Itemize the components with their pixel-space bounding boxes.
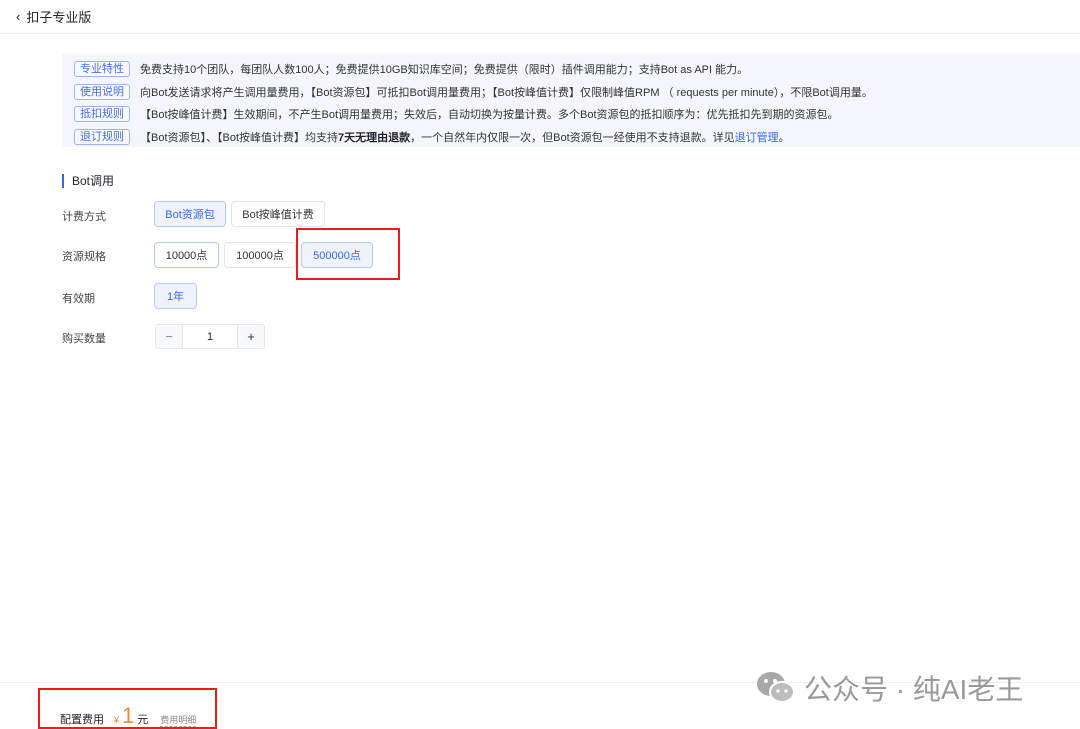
back-chevron-icon[interactable]: ‹ [16, 9, 20, 24]
quantity-label: 购买数量 [62, 333, 106, 345]
decrement-button[interactable]: − [156, 325, 182, 348]
quantity-stepper: − 1 + [155, 324, 265, 349]
spec-option-100000[interactable]: 100000点 [224, 242, 296, 268]
info-text: 向Bot发送请求将产生调用量费用，【Bot资源包】可抵扣Bot调用量费用；【Bo… [140, 86, 873, 99]
watermark: 公众号 · 纯AI老王 [756, 668, 1023, 708]
billing-option-package[interactable]: Bot资源包 [154, 201, 226, 227]
tag: 专业特性 [74, 61, 130, 78]
wechat-icon [757, 672, 795, 703]
refund-management-link[interactable]: 退订管理 [735, 129, 779, 145]
info-row-features: 专业特性 免费支持10个团队，每团队人数100人；免费提供10GB知识库空间；免费… [74, 58, 1068, 81]
spec-label: 资源规格 [62, 251, 106, 263]
page-header: ‹ 扣子专业版 [0, 0, 1080, 34]
info-row-refund: 退订规则 【Bot资源包】、【Bot按峰值计费】均支持 7天无理由退款 ，一个自然年内… [74, 126, 1068, 149]
tag: 退订规则 [74, 128, 130, 145]
info-text: 。 [778, 131, 790, 144]
info-panel: 专业特性 免费支持10个团队，每团队人数100人；免费提供10GB知识库空间；免费… [62, 54, 1080, 147]
info-text: ，一个自然年内仅限一次，但Bot资源包一经使用不支持退款。详见 [410, 131, 735, 144]
highlight-box [38, 688, 217, 729]
info-row-usage: 使用说明 向Bot发送请求将产生调用量费用，【Bot资源包】可抵扣Bot调用量费用… [74, 81, 1068, 104]
info-text: 【Bot按峰值计费】生效期间，不产生Bot调用量费用；失效后，自动切换为按量计费… [140, 109, 839, 122]
watermark-text: 公众号 · 纯AI老王 [804, 674, 1024, 705]
tag: 使用说明 [74, 83, 130, 100]
info-text: 【Bot资源包】、【Bot按峰值计费】均支持 [140, 131, 339, 144]
spec-option-10000[interactable]: 10000点 [154, 242, 219, 268]
page-title: 扣子专业版 [26, 10, 92, 25]
section-title: Bot调用 [62, 174, 114, 188]
validity-label: 有效期 [62, 293, 95, 305]
info-row-deduction: 抵扣规则 【Bot按峰值计费】生效期间，不产生Bot调用量费用；失效后，自动切换为… [74, 103, 1068, 126]
increment-button[interactable]: + [238, 325, 264, 348]
info-text: 免费支持10个团队，每团队人数100人；免费提供10GB知识库空间；免费提供（限… [140, 64, 749, 77]
highlight-box [296, 228, 400, 280]
quantity-input[interactable]: 1 [182, 325, 238, 348]
billing-option-peak[interactable]: Bot按峰值计费 [231, 201, 325, 227]
validity-option-1-year[interactable]: 1年 [154, 283, 197, 309]
info-bold: 7天无理由退款 [338, 131, 411, 144]
billing-label: 计费方式 [62, 211, 106, 223]
tag: 抵扣规则 [74, 106, 130, 123]
